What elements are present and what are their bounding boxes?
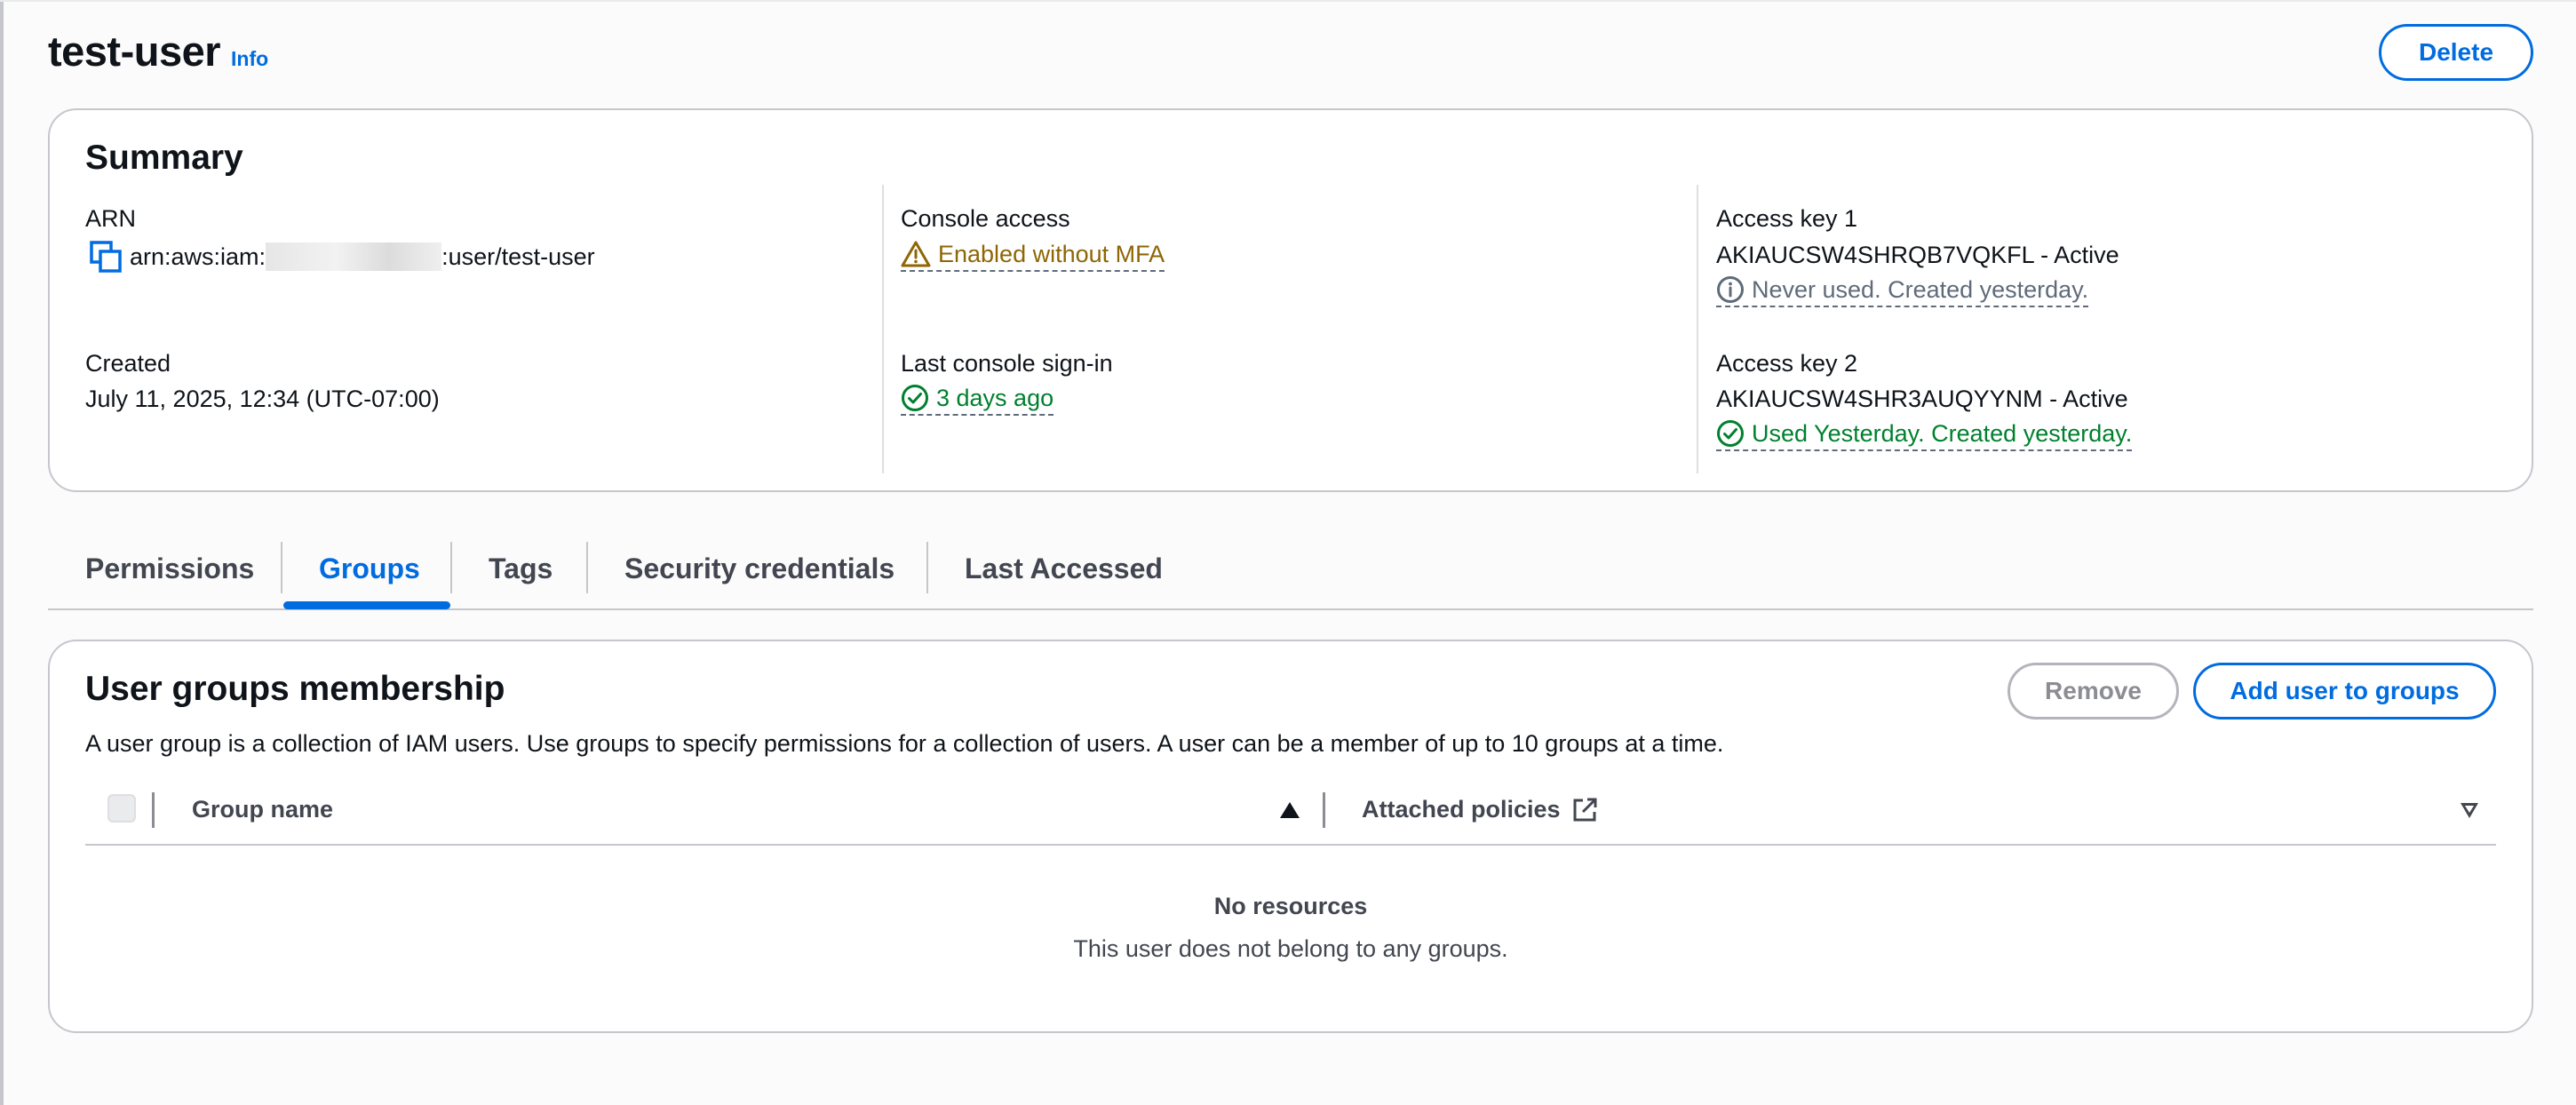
access-key-2-value: AKIAUCSW4SHR3AUQYYNM - Active xyxy=(1716,386,2128,412)
page-title: test-user xyxy=(48,28,221,75)
redacted-account-id xyxy=(266,242,442,271)
groups-description: A user group is a collection of IAM user… xyxy=(85,730,1724,757)
delete-button[interactable]: Delete xyxy=(2379,24,2533,81)
select-all-checkbox[interactable] xyxy=(107,794,136,823)
arn-label: ARN xyxy=(85,205,137,232)
active-tab-indicator xyxy=(283,601,450,609)
summary-title: Summary xyxy=(85,139,243,177)
tab-separator xyxy=(450,542,452,593)
arn-suffix: :user/test-user xyxy=(441,242,595,270)
tab-tags[interactable]: Tags xyxy=(489,552,553,585)
created-value: July 11, 2025, 12:34 (UTC-07:00) xyxy=(85,386,440,412)
empty-state-subtitle: This user does not belong to any groups. xyxy=(1073,935,1508,962)
window-edge xyxy=(0,0,4,1105)
info-icon xyxy=(1716,275,1745,304)
last-signin-label: Last console sign-in xyxy=(901,350,1113,377)
access-key-2-status[interactable]: Used Yesterday. Created yesterday. xyxy=(1716,419,2133,451)
column-divider xyxy=(882,185,884,473)
tab-separator xyxy=(281,542,282,593)
column-separator xyxy=(152,792,155,828)
column-divider xyxy=(1697,185,1698,473)
warning-icon xyxy=(901,240,931,268)
check-circle-icon xyxy=(1716,419,1745,448)
column-header-group-name[interactable]: Group name xyxy=(192,796,333,823)
remove-button[interactable]: Remove xyxy=(2008,663,2179,719)
access-key-1-label: Access key 1 xyxy=(1716,205,1858,232)
check-circle-icon xyxy=(901,384,929,412)
arn-prefix: arn:aws:iam: xyxy=(130,242,266,270)
console-access-label: Console access xyxy=(901,205,1070,232)
console-access-status[interactable]: Enabled without MFA xyxy=(901,240,1165,272)
window-top-edge xyxy=(0,0,2576,2)
tab-separator xyxy=(586,542,588,593)
arn-value: arn:aws:iam: :user/test-user xyxy=(89,240,595,274)
column-resizer[interactable] xyxy=(1323,792,1325,828)
groups-title: User groups membership xyxy=(85,670,505,708)
info-link[interactable]: Info xyxy=(231,47,268,71)
access-key-1-status-text: Never used. Created yesterday. xyxy=(1752,275,2089,303)
access-key-1-value: AKIAUCSW4SHRQB7VQKFL - Active xyxy=(1716,242,2119,268)
created-label: Created xyxy=(85,350,171,377)
tab-separator xyxy=(926,542,928,593)
access-key-1-status[interactable]: Never used. Created yesterday. xyxy=(1716,275,2089,307)
access-key-2-status-text: Used Yesterday. Created yesterday. xyxy=(1752,419,2133,447)
last-signin-status[interactable]: 3 days ago xyxy=(901,384,1054,416)
tab-groups[interactable]: Groups xyxy=(319,552,420,585)
empty-state-title: No resources xyxy=(1213,893,1368,919)
tab-security-credentials[interactable]: Security credentials xyxy=(624,552,894,585)
attached-policies-label: Attached policies xyxy=(1362,796,1561,823)
add-user-to-groups-button[interactable]: Add user to groups xyxy=(2193,663,2496,719)
summary-panel xyxy=(48,108,2533,492)
tab-permissions[interactable]: Permissions xyxy=(85,552,254,585)
last-signin-value: 3 days ago xyxy=(936,384,1054,411)
external-link-icon[interactable] xyxy=(1571,797,1598,823)
copy-icon[interactable] xyxy=(89,240,123,274)
sort-ascending-icon[interactable] xyxy=(1280,802,1300,818)
access-key-2-label: Access key 2 xyxy=(1716,350,1858,377)
console-access-value: Enabled without MFA xyxy=(938,240,1165,267)
tab-last-accessed[interactable]: Last Accessed xyxy=(965,552,1163,585)
table-header-divider xyxy=(85,844,2496,846)
sort-toggle-icon[interactable] xyxy=(2461,803,2478,818)
column-header-attached-policies[interactable]: Attached policies xyxy=(1362,796,1598,823)
